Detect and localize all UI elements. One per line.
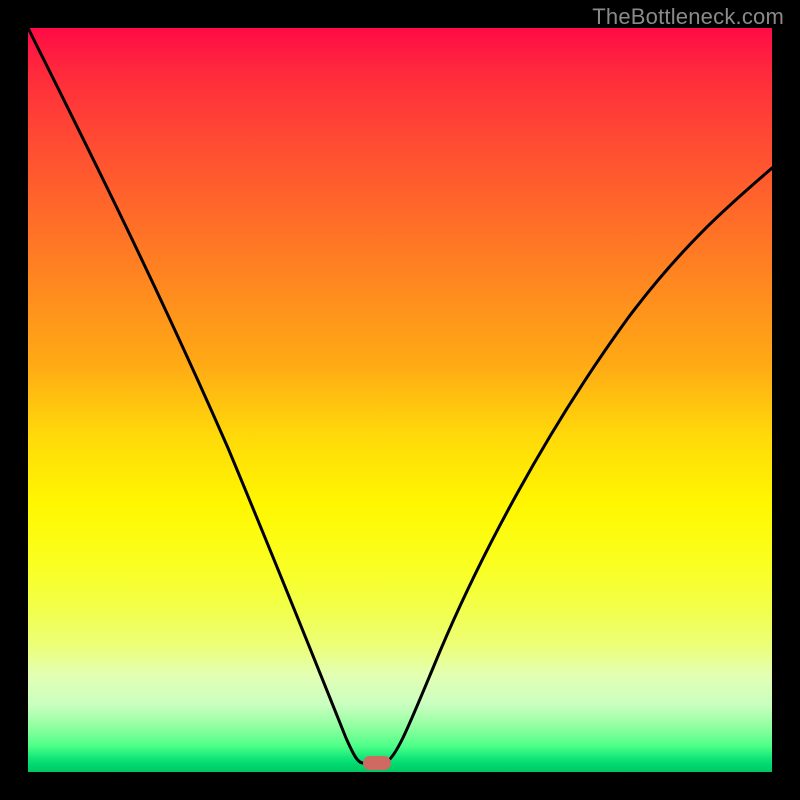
curve-right-branch — [385, 168, 772, 763]
curve-left-branch — [28, 28, 363, 763]
watermark-text: TheBottleneck.com — [592, 4, 784, 30]
bottleneck-curve — [28, 28, 772, 772]
chart-frame: TheBottleneck.com — [0, 0, 800, 800]
plot-area — [28, 28, 772, 772]
optimum-marker — [363, 756, 391, 770]
